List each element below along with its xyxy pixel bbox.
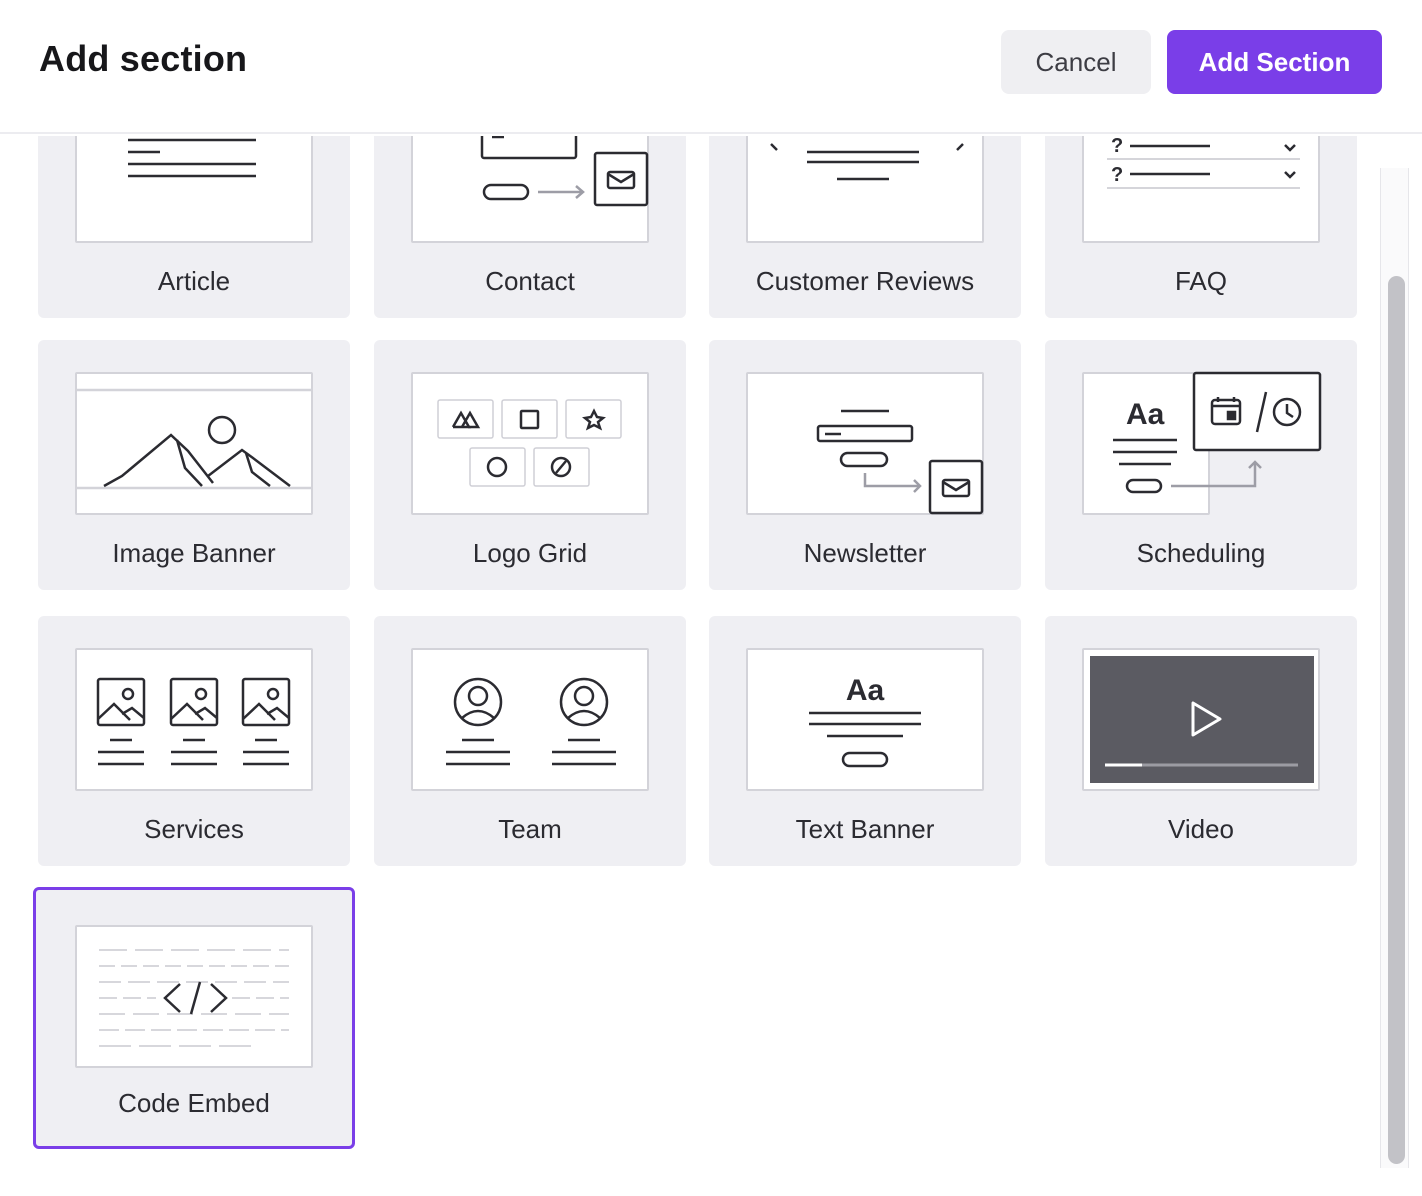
faq-question-mark: ?	[1111, 164, 1123, 186]
add-section-button[interactable]: Add Section	[1167, 30, 1382, 94]
section-card-faq[interactable]: ? ? FAQ	[1045, 136, 1357, 318]
section-label: Customer Reviews	[755, 266, 975, 296]
section-label: FAQ	[1174, 266, 1227, 296]
scheduling-text-icon: Aa	[1126, 398, 1165, 431]
section-grid[interactable]: Article Contact Customer Reviews ? ? FAQ…	[0, 136, 1380, 1196]
section-label: Video	[1167, 814, 1235, 844]
section-card-video[interactable]: Video	[1045, 616, 1357, 866]
section-card-team[interactable]: Team	[374, 616, 686, 866]
section-card-article[interactable]: Article	[38, 136, 350, 318]
scrollbar-thumb[interactable]	[1388, 276, 1405, 1164]
section-card-code-embed[interactable]: Code Embed	[33, 887, 355, 1149]
dialog-title: Add section	[39, 38, 248, 79]
section-card-contact[interactable]: Contact	[374, 136, 686, 318]
section-card-newsletter[interactable]: Newsletter	[709, 340, 1021, 590]
section-label: Article	[157, 266, 231, 296]
section-label: Team	[498, 814, 562, 844]
section-label: Newsletter	[803, 538, 927, 568]
cancel-button[interactable]: Cancel	[1001, 30, 1151, 94]
section-label: Contact	[485, 266, 575, 296]
section-label: Scheduling	[1136, 538, 1266, 568]
dialog-header: Add section Cancel Add Section	[0, 0, 1422, 134]
section-card-logo-grid[interactable]: Logo Grid	[374, 340, 686, 590]
faq-question-mark: ?	[1111, 136, 1123, 157]
section-label: Services	[144, 814, 244, 844]
section-label: Text Banner	[795, 814, 935, 844]
section-card-text-banner[interactable]: Aa Text Banner	[709, 616, 1021, 866]
section-card-services[interactable]: Services	[38, 616, 350, 866]
section-label: Image Banner	[112, 538, 276, 568]
section-label: Code Embed	[118, 1088, 270, 1118]
section-label: Logo Grid	[472, 538, 588, 568]
section-card-image-banner[interactable]: Image Banner	[38, 340, 350, 590]
section-card-customer-reviews[interactable]: Customer Reviews	[709, 136, 1021, 318]
text-banner-text-icon: Aa	[846, 674, 885, 707]
section-card-scheduling[interactable]: Aa Scheduling	[1045, 340, 1357, 590]
